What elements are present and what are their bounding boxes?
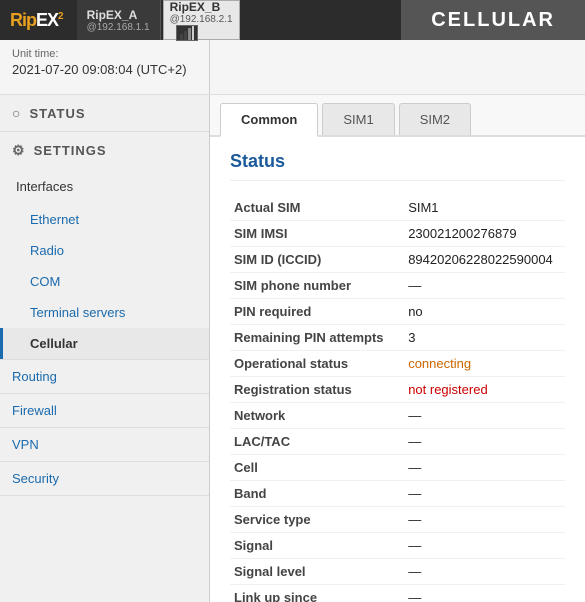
sidebar-interfaces[interactable]: Interfaces xyxy=(0,169,209,204)
device-tab-b[interactable]: RipEX_B @192.168.2.1 xyxy=(163,0,240,40)
sidebar: ○ STATUS ⚙ SETTINGS Interfaces Ethernet … xyxy=(0,95,210,602)
table-row: Link up since— xyxy=(230,585,565,602)
sidebar-section-settings: ⚙ SETTINGS Interfaces Ethernet Radio COM… xyxy=(0,132,209,360)
row-label: Cell xyxy=(230,455,404,481)
table-row: Network— xyxy=(230,403,565,429)
row-label: PIN required xyxy=(230,299,404,325)
device-a-ip: @192.168.1.1 xyxy=(87,22,150,33)
unit-time-label: Unit time: xyxy=(12,48,197,60)
row-value: — xyxy=(404,585,565,602)
row-value: 230021200276879 xyxy=(404,221,565,247)
row-label: Operational status xyxy=(230,351,404,377)
top-bar: RipEX2 RipEX_A @192.168.1.1 RipEX_B @192… xyxy=(0,0,585,40)
table-row: SIM phone number— xyxy=(230,273,565,299)
unit-time-bar: Unit time: 2021-07-20 09:08:04 (UTC+2) xyxy=(0,40,585,95)
sidebar-routing[interactable]: Routing xyxy=(0,360,209,394)
row-value: — xyxy=(404,559,565,585)
table-row: Cell— xyxy=(230,455,565,481)
row-label: Signal level xyxy=(230,559,404,585)
table-row: Remaining PIN attempts3 xyxy=(230,325,565,351)
sidebar-settings[interactable]: ⚙ SETTINGS xyxy=(0,132,209,169)
gear-icon: ⚙ xyxy=(12,142,26,159)
row-value: — xyxy=(404,455,565,481)
table-row: SIM ID (ICCID)89420206228022590004 xyxy=(230,247,565,273)
device-b-name: RipEX_B xyxy=(170,0,233,14)
row-value: — xyxy=(404,507,565,533)
row-label: LAC/TAC xyxy=(230,429,404,455)
row-label: Remaining PIN attempts xyxy=(230,325,404,351)
table-row: Registration statusnot registered xyxy=(230,377,565,403)
row-value: — xyxy=(404,403,565,429)
row-value: 89420206228022590004 xyxy=(404,247,565,273)
tabs-row: Common SIM1 SIM2 xyxy=(210,95,585,137)
table-row: Signal level— xyxy=(230,559,565,585)
sidebar-vpn[interactable]: VPN xyxy=(0,428,209,462)
device-b-ip: @192.168.2.1 xyxy=(170,14,233,25)
device-tab-a[interactable]: RipEX_A @192.168.1.1 xyxy=(77,0,161,40)
row-label: Signal xyxy=(230,533,404,559)
table-row: Operational statusconnecting xyxy=(230,351,565,377)
table-row: SIM IMSI230021200276879 xyxy=(230,221,565,247)
row-label: Registration status xyxy=(230,377,404,403)
tab-sim1[interactable]: SIM1 xyxy=(322,103,394,135)
ripex-logo: RipEX2 xyxy=(10,10,63,31)
status-title: Status xyxy=(230,151,565,181)
row-value: — xyxy=(404,429,565,455)
content-panel: Common SIM1 SIM2 Status Actual SIMSIM1SI… xyxy=(210,95,585,602)
logo-area: RipEX2 xyxy=(0,0,73,40)
sidebar-section-status: ○ STATUS xyxy=(0,95,209,132)
table-row: PIN requiredno xyxy=(230,299,565,325)
signal-icon xyxy=(176,25,198,41)
row-value: — xyxy=(404,273,565,299)
sidebar-radio[interactable]: Radio xyxy=(0,235,209,266)
table-row: LAC/TAC— xyxy=(230,429,565,455)
status-table: Actual SIMSIM1SIM IMSI230021200276879SIM… xyxy=(230,195,565,602)
status-circle-icon: ○ xyxy=(12,105,21,121)
status-content: Status Actual SIMSIM1SIM IMSI23002120027… xyxy=(210,137,585,602)
sidebar-status[interactable]: ○ STATUS xyxy=(0,95,209,131)
row-label: Service type xyxy=(230,507,404,533)
row-value: not registered xyxy=(404,377,565,403)
cellular-header: CELLULAR xyxy=(401,0,585,40)
sidebar-com[interactable]: COM xyxy=(0,266,209,297)
sidebar-ethernet[interactable]: Ethernet xyxy=(0,204,209,235)
row-value: 3 xyxy=(404,325,565,351)
row-value: — xyxy=(404,533,565,559)
row-label: SIM ID (ICCID) xyxy=(230,247,404,273)
sidebar-firewall[interactable]: Firewall xyxy=(0,394,209,428)
row-value: no xyxy=(404,299,565,325)
row-label: Link up since xyxy=(230,585,404,602)
table-row: Signal— xyxy=(230,533,565,559)
row-value: SIM1 xyxy=(404,195,565,221)
tab-common[interactable]: Common xyxy=(220,103,318,137)
tab-sim2[interactable]: SIM2 xyxy=(399,103,471,135)
unit-time-section: Unit time: 2021-07-20 09:08:04 (UTC+2) xyxy=(0,40,210,94)
row-label: SIM phone number xyxy=(230,273,404,299)
sidebar-security[interactable]: Security xyxy=(0,462,209,496)
row-label: SIM IMSI xyxy=(230,221,404,247)
row-value: connecting xyxy=(404,351,565,377)
sidebar-cellular[interactable]: Cellular xyxy=(0,328,209,359)
table-row: Band— xyxy=(230,481,565,507)
unit-time-value: 2021-07-20 09:08:04 (UTC+2) xyxy=(12,62,197,77)
row-value: — xyxy=(404,481,565,507)
row-label: Network xyxy=(230,403,404,429)
row-label: Band xyxy=(230,481,404,507)
table-row: Service type— xyxy=(230,507,565,533)
row-label: Actual SIM xyxy=(230,195,404,221)
sidebar-terminal-servers[interactable]: Terminal servers xyxy=(0,297,209,328)
main-area: ○ STATUS ⚙ SETTINGS Interfaces Ethernet … xyxy=(0,95,585,602)
table-row: Actual SIMSIM1 xyxy=(230,195,565,221)
device-a-name: RipEX_A xyxy=(87,8,150,22)
